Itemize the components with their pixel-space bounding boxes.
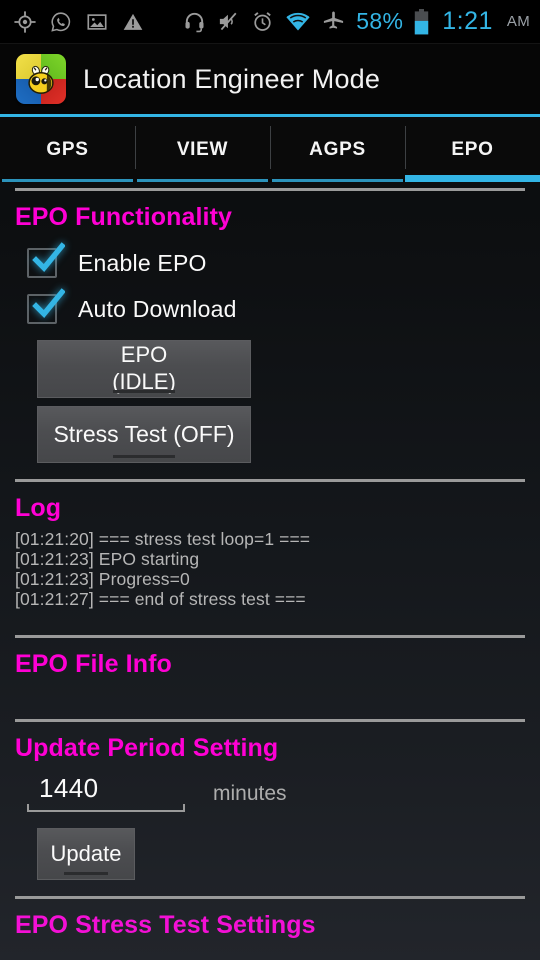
airplane-icon (322, 10, 345, 33)
divider-log (15, 479, 525, 482)
action-bar: Location Engineer Mode (0, 44, 540, 117)
update-button[interactable]: Update (37, 828, 135, 880)
log-line: [01:21:23] Progress=0 (15, 569, 190, 589)
section-title-epo-file-info: EPO File Info (15, 650, 172, 678)
page-title: Location Engineer Mode (83, 63, 381, 94)
divider-stress-settings (15, 896, 525, 899)
log-line: [01:21:20] === stress test loop=1 === (15, 529, 311, 549)
update-button-label: Update (50, 840, 122, 866)
update-period-unit-label: minutes (213, 782, 287, 805)
section-title-epo-stress-test-settings: EPO Stress Test Settings (15, 911, 316, 939)
epo-button[interactable]: EPO (IDLE) (37, 340, 251, 398)
update-period-field-row: 1440 minutes (27, 773, 525, 812)
section-title-epo-functionality: EPO Functionality (15, 203, 232, 231)
image-icon (86, 11, 108, 33)
enable-epo-label: Enable EPO (78, 249, 207, 276)
app-screen: 58% 1:21 AM Location Engineer Mode GPS V… (0, 0, 540, 960)
check-icon (32, 242, 65, 273)
tab-bar: GPS VIEW AGPS EPO (0, 117, 540, 182)
input-underline (27, 804, 185, 812)
update-period-input[interactable]: 1440 (27, 773, 185, 812)
tab-view-label: VIEW (176, 138, 229, 160)
check-icon (32, 288, 65, 319)
tab-gps-label: GPS (46, 138, 89, 160)
status-bar-right-icons: 58% 1:21 AM (183, 7, 530, 36)
auto-download-checkbox[interactable] (27, 288, 65, 324)
tab-epo[interactable]: EPO (405, 117, 540, 182)
tab-gps[interactable]: GPS (0, 117, 135, 182)
warning-icon (122, 11, 144, 33)
auto-download-label: Auto Download (78, 295, 237, 322)
epo-button-label-line1: EPO (120, 342, 168, 368)
tab-bar-divider (15, 188, 525, 191)
stress-test-button[interactable]: Stress Test (OFF) (37, 406, 251, 463)
whatsapp-icon (50, 11, 72, 33)
headset-icon (183, 10, 206, 33)
divider-update-period (15, 719, 525, 722)
wifi-icon (285, 11, 311, 33)
content-area: EPO Functionality Enable EPO Auto Downlo… (0, 203, 540, 940)
tab-view[interactable]: VIEW (135, 117, 270, 182)
log-output: [01:21:20] === stress test loop=1 === [0… (15, 529, 525, 609)
log-line: [01:21:23] EPO starting (15, 549, 200, 569)
bee-app-icon (16, 54, 66, 104)
clock-meridiem-label: AM (506, 13, 530, 30)
location-icon (14, 10, 36, 33)
log-line: [01:21:27] === end of stress test === (15, 589, 306, 609)
status-bar: 58% 1:21 AM (0, 0, 540, 44)
enable-epo-checkbox[interactable] (27, 242, 65, 278)
update-period-value: 1440 (39, 773, 99, 803)
alarm-icon (251, 10, 274, 33)
section-title-update-period: Update Period Setting (15, 734, 279, 762)
mute-icon (217, 10, 240, 33)
tab-agps-label: AGPS (309, 138, 366, 160)
enable-epo-row[interactable]: Enable EPO (27, 242, 525, 278)
tab-epo-label: EPO (451, 138, 494, 160)
clock-label: 1:21 (442, 7, 493, 35)
status-bar-left-icons (14, 10, 144, 33)
tab-agps[interactable]: AGPS (270, 117, 405, 182)
section-title-log: Log (15, 494, 62, 522)
stress-test-button-label: Stress Test (OFF) (53, 421, 235, 448)
epo-button-label-line2: (IDLE) (112, 369, 176, 394)
divider-file-info (15, 635, 525, 638)
auto-download-row[interactable]: Auto Download (27, 288, 525, 324)
battery-percent-label: 58% (356, 8, 404, 34)
battery-icon (414, 8, 429, 35)
